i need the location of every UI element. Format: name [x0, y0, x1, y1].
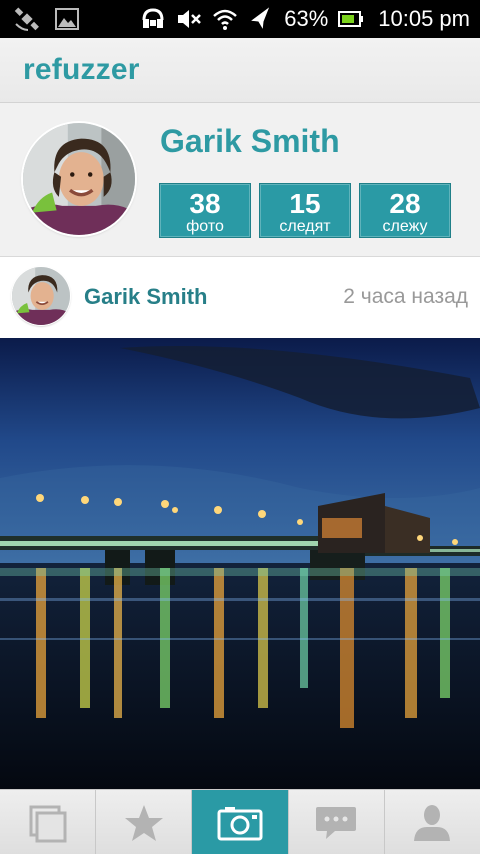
wifi-icon — [212, 6, 238, 32]
tab-profile[interactable] — [385, 790, 480, 854]
gallery-icon — [25, 803, 71, 843]
star-icon — [121, 803, 167, 843]
stat-photos-label: фото — [186, 218, 224, 235]
stat-followers-value: 15 — [289, 188, 321, 219]
post-header: Garik Smith 2 часа назад — [0, 257, 480, 338]
post-photo[interactable] — [0, 338, 480, 790]
app-bar: refuzzer — [0, 38, 480, 103]
user-icon — [409, 803, 455, 843]
satellite-icon — [14, 6, 40, 32]
tab-messages[interactable] — [289, 790, 385, 854]
tab-camera[interactable] — [192, 790, 289, 854]
battery-percent: 63% — [284, 6, 329, 31]
status-bar-right: 63% 10:05 pm — [140, 0, 470, 38]
profile-avatar[interactable] — [23, 123, 135, 235]
profile-stats: 38 фото 15 следят 28 слежу — [159, 183, 451, 238]
app-title: refuzzer — [23, 53, 140, 86]
mute-icon — [176, 6, 202, 32]
post-author-name[interactable]: Garik Smith — [84, 284, 207, 310]
stat-photos-value: 38 — [189, 188, 221, 219]
post-timestamp: 2 часа назад — [343, 285, 468, 308]
headset-icon — [140, 6, 166, 32]
image-icon — [54, 6, 80, 32]
battery-icon — [338, 6, 364, 32]
status-bar-left — [14, 6, 80, 32]
tab-favorites[interactable] — [96, 790, 193, 854]
post-author-avatar[interactable] — [12, 267, 70, 325]
stat-following-button[interactable]: 28 слежу — [359, 183, 451, 238]
stat-followers-button[interactable]: 15 следят — [259, 183, 351, 238]
airplane-icon — [248, 6, 274, 32]
camera-icon — [217, 803, 263, 843]
profile-name: Garik Smith — [160, 123, 340, 159]
status-time: 10:05 pm — [378, 6, 470, 31]
stat-photos-button[interactable]: 38 фото — [159, 183, 251, 238]
app-screen: 63% 10:05 pm refuzzer Garik Smith 38 фот… — [0, 0, 480, 854]
status-bar: 63% 10:05 pm — [0, 0, 480, 38]
tab-feed[interactable] — [0, 790, 97, 854]
stat-following-label: слежу — [382, 218, 428, 235]
profile-header: Garik Smith 38 фото 15 следят 28 слежу — [0, 103, 480, 258]
stat-following-value: 28 — [389, 188, 421, 219]
stat-followers-label: следят — [279, 218, 331, 235]
bottom-tab-bar — [0, 789, 480, 854]
chat-icon — [313, 803, 359, 843]
